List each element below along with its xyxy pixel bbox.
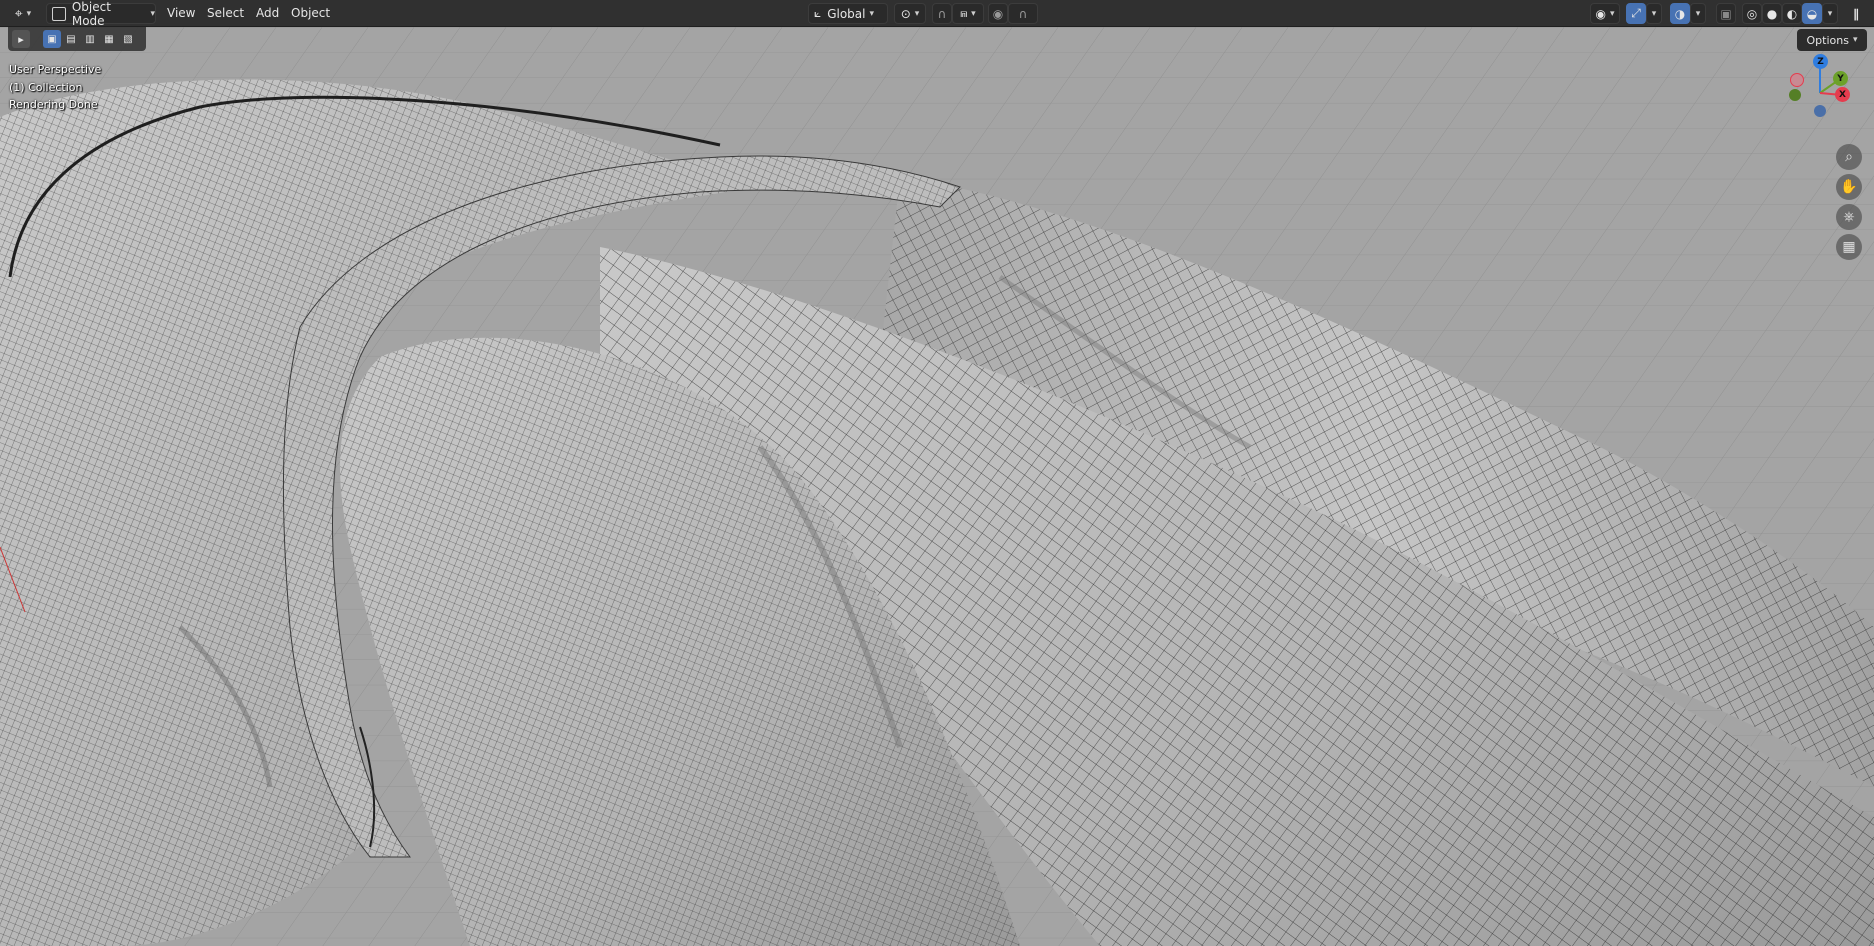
gizmo-y-axis[interactable]: Y — [1833, 71, 1848, 86]
overlays-toggle[interactable]: ◑ — [1670, 3, 1690, 24]
viewport-editor-icon: ⌖ — [14, 5, 23, 22]
overlays-dropdown[interactable]: ▾ — [1690, 3, 1706, 24]
select-mode-intersect[interactable]: ▧ — [119, 30, 137, 48]
mode-dropdown[interactable]: Object Mode ▾ — [46, 0, 156, 28]
collection-label: (1) Collection — [9, 81, 83, 94]
select-mode-new[interactable]: ▣ — [43, 30, 61, 48]
mode-label: Object Mode — [71, 0, 111, 28]
navigation-gizmo[interactable]: Z Y X — [1786, 53, 1856, 123]
gizmo-x-axis[interactable]: X — [1835, 87, 1850, 102]
orientation-label: Global — [827, 6, 866, 21]
shading-rendered[interactable]: ◒ — [1802, 3, 1822, 24]
magnifier-icon: ⌕ — [1845, 149, 1853, 165]
gizmo-z-axis[interactable]: Z — [1813, 54, 1828, 69]
zoom-button[interactable]: ⌕ — [1836, 144, 1862, 170]
pivot-icon: ⊙ — [900, 6, 911, 21]
sidebar-toggle[interactable]: ∥ — [1846, 3, 1866, 24]
shading-wireframe[interactable]: ◎ — [1742, 3, 1762, 24]
chevron-down-icon: ▾ — [869, 8, 875, 19]
chevron-down-icon: ▾ — [1827, 8, 1833, 19]
menu-select[interactable]: Select — [201, 4, 250, 23]
overlays-icon: ◑ — [1674, 6, 1686, 21]
select-mode-extend[interactable]: ▤ — [62, 30, 80, 48]
camera-view-button[interactable]: ⎈ — [1836, 204, 1862, 230]
gizmo-icon: ⤢ — [1631, 6, 1641, 20]
select-extend-icon: ▤ — [66, 33, 76, 45]
wireframe-sphere-icon: ◎ — [1746, 6, 1758, 21]
shading-material[interactable]: ◐ — [1782, 3, 1802, 24]
object-mode-icon — [52, 6, 66, 21]
pivot-point-dropdown[interactable]: ⊙ ▾ — [894, 3, 926, 24]
viewport-render — [0, 27, 1874, 946]
select-mode-invert[interactable]: ▦ — [100, 30, 118, 48]
rendered-sphere-icon: ◒ — [1806, 6, 1818, 21]
editor-type-button[interactable]: ⌖ ▾ — [6, 3, 40, 24]
pause-bars-icon: ∥ — [1853, 6, 1859, 21]
3d-viewport[interactable]: User Perspective (1) Collection Renderin… — [0, 27, 1874, 946]
chevron-down-icon: ▾ — [1852, 35, 1858, 45]
solid-sphere-icon: ● — [1766, 6, 1778, 21]
eye-icon: ◉ — [1595, 6, 1606, 21]
proportional-edit-toggle[interactable]: ◉ — [988, 3, 1008, 24]
select-mode-subtract[interactable]: ▥ — [81, 30, 99, 48]
cursor-icon: ▸ — [18, 32, 24, 46]
falloff-dropdown[interactable]: ∩ — [1008, 3, 1038, 24]
material-sphere-icon: ◐ — [1786, 6, 1798, 21]
snap-increment-icon: ⩎ — [960, 6, 968, 20]
snap-toggle[interactable]: ∩ — [932, 3, 952, 24]
view-name-label: User Perspective — [9, 63, 102, 76]
options-button[interactable]: Options ▾ — [1797, 29, 1867, 51]
snap-target-dropdown[interactable]: ⩎ ▾ — [952, 3, 984, 24]
orientation-icon: ⟀ — [814, 6, 822, 20]
gizmo-toggle[interactable]: ⤢ — [1626, 3, 1646, 24]
select-new-icon: ▣ — [47, 33, 57, 45]
gizmo-dropdown[interactable]: ▾ — [1646, 3, 1662, 24]
tool-header: ▸ ▣ ▤ ▥ ▦ ▧ — [8, 27, 146, 51]
falloff-curve-icon: ∩ — [1018, 6, 1028, 21]
camera-icon: ⎈ — [1843, 209, 1855, 225]
select-invert-icon: ▦ — [104, 33, 114, 45]
gizmo-neg-y-axis[interactable] — [1789, 89, 1801, 101]
chevron-down-icon: ▾ — [150, 8, 155, 19]
gizmo-neg-z-axis[interactable] — [1814, 105, 1826, 117]
pan-button[interactable]: ✋ — [1836, 174, 1862, 200]
transform-orientation-dropdown[interactable]: ⟀ Global ▾ — [808, 3, 888, 24]
select-subtract-icon: ▥ — [85, 33, 95, 45]
visibility-dropdown[interactable]: ◉ ▾ — [1590, 3, 1620, 24]
select-intersect-icon: ▧ — [123, 33, 133, 45]
shading-dropdown[interactable]: ▾ — [1822, 3, 1838, 24]
grid-icon: ▦ — [1842, 239, 1856, 255]
viewport-header: ⌖ ▾ Object Mode ▾ View Select Add Object … — [0, 0, 1874, 28]
perspective-toggle-button[interactable]: ▦ — [1836, 234, 1862, 260]
select-tool-button[interactable]: ▸ — [12, 30, 30, 48]
render-status-label: Rendering Done — [9, 98, 98, 111]
magnet-icon: ∩ — [937, 6, 947, 21]
menu-add[interactable]: Add — [250, 4, 285, 23]
gizmo-neg-x-axis[interactable] — [1790, 73, 1804, 87]
menu-view[interactable]: View — [161, 4, 201, 23]
chevron-down-icon: ▾ — [1651, 8, 1657, 19]
menu-object[interactable]: Object — [285, 4, 336, 23]
shading-solid[interactable]: ● — [1762, 3, 1782, 24]
xray-icon: ▣ — [1720, 6, 1732, 21]
xray-toggle[interactable]: ▣ — [1716, 3, 1736, 24]
options-label: Options — [1806, 33, 1849, 47]
proportional-edit-icon: ◉ — [992, 6, 1004, 21]
hand-icon: ✋ — [1840, 179, 1858, 195]
chevron-down-icon: ▾ — [1695, 8, 1701, 19]
